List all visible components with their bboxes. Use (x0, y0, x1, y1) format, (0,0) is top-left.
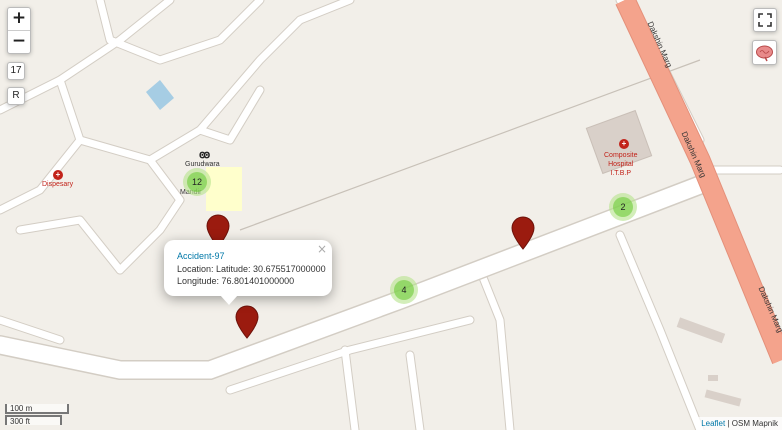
brain-layer-icon (756, 45, 773, 62)
hospital-icon: + (619, 139, 629, 149)
dispensary-icon: + (53, 170, 63, 180)
popup-latitude: Location: Latitude: 30.675517000000 (177, 264, 326, 274)
scale-metric: 100 m (5, 404, 69, 414)
gurudwara-label: Gurudwara (185, 161, 220, 168)
hospital-label: Composite Hospital I.T.B.P (604, 152, 638, 177)
accident-marker[interactable] (511, 216, 535, 250)
leaflet-link[interactable]: Leaflet (701, 419, 725, 428)
marker-popup: × Accident-97 Location: Latitude: 30.675… (164, 240, 332, 305)
tiles-attribution: OSM Mapnik (731, 419, 778, 428)
marker-cluster[interactable]: 12 (183, 168, 211, 196)
scale-imperial: 300 ft (5, 415, 62, 426)
zoom-level-indicator: 17 (7, 62, 25, 80)
layer-toggle-button[interactable] (752, 40, 777, 65)
zoom-out-button[interactable]: − (8, 31, 30, 53)
fullscreen-button[interactable] (753, 8, 777, 32)
gurudwara-icon: ꙭ (199, 149, 211, 161)
dispensary-label: Dispesary (42, 181, 74, 188)
popup-title-link[interactable]: Accident-97 (177, 251, 225, 261)
marker-cluster[interactable]: 2 (609, 193, 637, 221)
accident-marker[interactable] (235, 305, 259, 339)
landuse-area (206, 167, 242, 211)
popup-longitude: Longitude: 76.801401000000 (177, 276, 295, 286)
zoom-control: + − (7, 7, 31, 54)
marker-cluster[interactable]: 4 (390, 276, 418, 304)
reset-button[interactable]: R (7, 87, 25, 105)
zoom-in-button[interactable]: + (8, 8, 30, 31)
popup-close-button[interactable]: × (317, 242, 327, 256)
attribution: Leaflet | OSM Mapnik (697, 417, 782, 430)
building (708, 375, 718, 381)
fullscreen-icon (758, 13, 772, 27)
